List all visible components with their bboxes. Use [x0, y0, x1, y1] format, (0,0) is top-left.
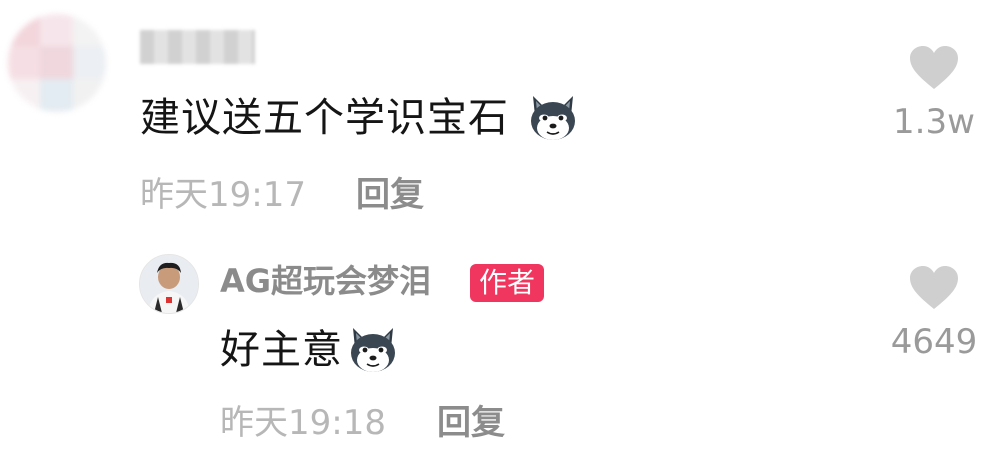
dog-emoji-icon [531, 96, 575, 140]
author-badge: 作者 [470, 264, 545, 302]
comment-thread: 建议送五个学识宝石 昨天19:17 回复 1.3w AG超玩会梦泪 作者 好主意… [0, 0, 1000, 472]
reply-text: 好主意 [220, 327, 343, 373]
author-username[interactable]: AG超玩会梦泪 [220, 265, 431, 297]
dog-emoji-icon [351, 328, 395, 372]
author-avatar[interactable] [139, 254, 199, 314]
comment-time: 昨天19:17 [140, 175, 306, 215]
heart-icon [910, 46, 958, 89]
comment-body: 建议送五个学识宝石 [140, 98, 509, 138]
like-count: 1.3w [893, 102, 975, 142]
heart-icon [910, 266, 958, 309]
reply-button[interactable]: 回复 [437, 406, 505, 440]
like-button[interactable]: 1.3w [884, 45, 984, 139]
reply-button[interactable]: 回复 [356, 178, 424, 212]
like-count: 4649 [890, 322, 978, 362]
commenter-username-blurred[interactable] [140, 30, 255, 64]
commenter-avatar[interactable] [8, 14, 106, 112]
reply-body: 好主意 [220, 330, 343, 370]
comment-text: 建议送五个学识宝石 [140, 95, 509, 141]
like-button[interactable]: 4649 [884, 265, 984, 359]
author-avatar-image [140, 255, 198, 313]
reply-time: 昨天19:18 [220, 403, 386, 443]
